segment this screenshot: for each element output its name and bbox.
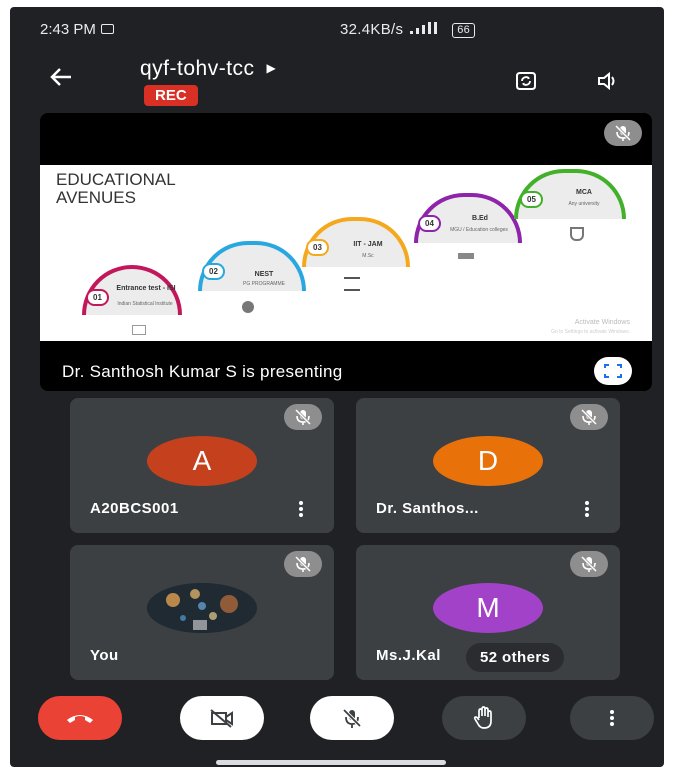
avatar: M <box>433 583 543 633</box>
fullscreen-icon[interactable] <box>594 357 632 385</box>
cast-icon <box>100 24 114 34</box>
meeting-code[interactable]: qyf-tohv-tcc ▶ <box>140 57 276 81</box>
participant-tile[interactable]: M Ms.J.Kal 52 others <box>356 545 620 680</box>
slide-title: EDUCATIONAL AVENUES <box>56 170 176 207</box>
back-arrow-icon[interactable] <box>50 63 72 94</box>
camera-toggle-button[interactable] <box>180 696 264 740</box>
trophy-icon <box>570 227 584 241</box>
mic-off-icon <box>284 404 322 430</box>
others-count-chip[interactable]: 52 others <box>466 643 565 672</box>
mic-off-icon <box>570 551 608 577</box>
avatar: D <box>433 436 543 486</box>
participant-name: A20BCS001 <box>90 500 179 517</box>
step-icon <box>458 253 474 259</box>
call-header: qyf-tohv-tcc ▶ REC <box>10 47 664 117</box>
recording-badge: REC <box>144 85 198 106</box>
speaker-icon[interactable] <box>592 65 624 97</box>
status-network: 32.4KB/s 66 <box>340 21 476 38</box>
caret-right-icon: ▶ <box>266 61 277 75</box>
call-controls <box>10 691 664 751</box>
step-icon <box>242 301 254 313</box>
more-vert-icon <box>609 710 615 726</box>
switch-camera-icon[interactable] <box>510 65 542 97</box>
step-icon <box>132 325 146 335</box>
mic-off-icon <box>284 551 322 577</box>
gesture-nav-bar <box>216 760 446 765</box>
mic-off-icon <box>342 708 362 728</box>
participant-name: Ms.J.Kal <box>376 647 441 664</box>
status-bar: 2:43 PM 32.4KB/s 66 <box>10 7 664 47</box>
more-options-icon[interactable] <box>584 501 590 517</box>
windows-watermark-sub: Go to Settings to activate Windows. <box>551 329 630 335</box>
self-avatar-photo <box>147 583 257 633</box>
status-time: 2:43 PM <box>40 21 114 38</box>
participant-tile[interactable]: D Dr. Santhos... <box>356 398 620 533</box>
windows-watermark: Activate Windows <box>574 319 630 326</box>
camera-off-icon <box>210 709 233 728</box>
more-options-button[interactable] <box>570 696 654 740</box>
avatar: A <box>147 436 257 486</box>
mic-toggle-button[interactable] <box>310 696 394 740</box>
step-icon <box>344 277 360 291</box>
presenter-label: Dr. Santhosh Kumar S is presenting <box>62 362 343 381</box>
end-call-button[interactable] <box>38 696 122 740</box>
mic-off-icon <box>570 404 608 430</box>
raise-hand-icon <box>473 706 492 729</box>
raise-hand-button[interactable] <box>442 696 526 740</box>
signal-icon <box>409 22 437 34</box>
battery-icon: 66 <box>452 23 476 38</box>
participant-name: Dr. Santhos... <box>376 500 479 517</box>
presentation-tile[interactable]: EDUCATIONAL AVENUES 01 Entrance test - I… <box>40 113 652 391</box>
mic-off-icon <box>604 120 642 146</box>
participant-tile[interactable]: A A20BCS001 <box>70 398 334 533</box>
meet-screen: 2:43 PM 32.4KB/s 66 qyf-tohv-tcc ▶ REC E… <box>10 7 664 767</box>
shared-slide: EDUCATIONAL AVENUES 01 Entrance test - I… <box>40 165 652 341</box>
phone-hangup-icon <box>67 715 93 723</box>
self-tile[interactable]: You <box>70 545 334 680</box>
more-options-icon[interactable] <box>298 501 304 517</box>
participant-name: You <box>90 647 119 664</box>
